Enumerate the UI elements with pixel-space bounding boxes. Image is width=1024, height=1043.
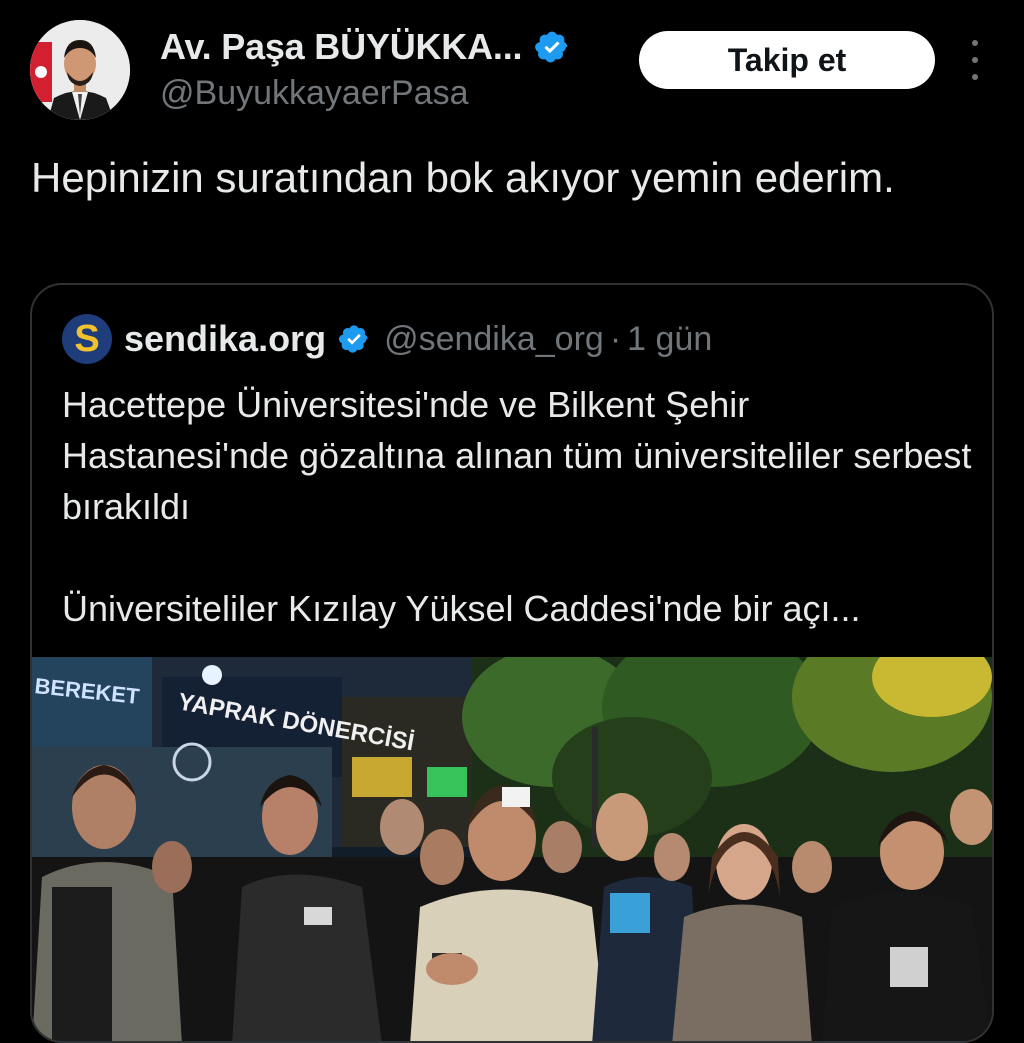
avatar-photo [30, 20, 130, 120]
quoted-paragraph-1: Hacettepe Üniversitesi'nde ve Bilkent Şe… [62, 384, 972, 527]
quoted-paragraph-2: Üniversiteliler Kızılay Yüksel Caddesi'n… [62, 588, 861, 629]
follow-button[interactable]: Takip et [639, 31, 935, 89]
verified-badge-icon [534, 29, 570, 65]
sendika-logo-icon: S [62, 314, 112, 364]
author-handle[interactable]: @BuyukkayaerPasa [160, 74, 570, 113]
separator-dot: · [609, 319, 622, 358]
author-avatar[interactable] [30, 20, 130, 120]
more-options-icon[interactable] [962, 40, 988, 80]
tweet-text: Hepinizin suratından bok akıyor yemin ed… [31, 154, 895, 201]
quoted-tweet-media[interactable]: BEREKET YAPRAK DÖNERCİSİ [32, 622, 992, 1041]
protest-street-photo: BEREKET YAPRAK DÖNERCİSİ [32, 622, 992, 1041]
author-block[interactable]: Av. Paşa BÜYÜKKA... @BuyukkayaerPasa [160, 24, 570, 113]
quoted-tweet-text: Hacettepe Üniversitesi'nde ve Bilkent Şe… [62, 379, 982, 634]
quoted-author-handle[interactable]: @sendika_org [384, 320, 604, 359]
quoted-tweet-card[interactable]: S sendika.org @sendika_org · 1 gün Hacet… [30, 283, 994, 1043]
quoted-timestamp[interactable]: 1 gün [627, 320, 712, 359]
author-name[interactable]: Av. Paşa BÜYÜKKA... [160, 26, 523, 68]
quoted-tweet-header: S sendika.org @sendika_org · 1 gün [62, 313, 712, 365]
quoted-author-name[interactable]: sendika.org [124, 318, 326, 360]
verified-badge-icon [338, 323, 370, 355]
